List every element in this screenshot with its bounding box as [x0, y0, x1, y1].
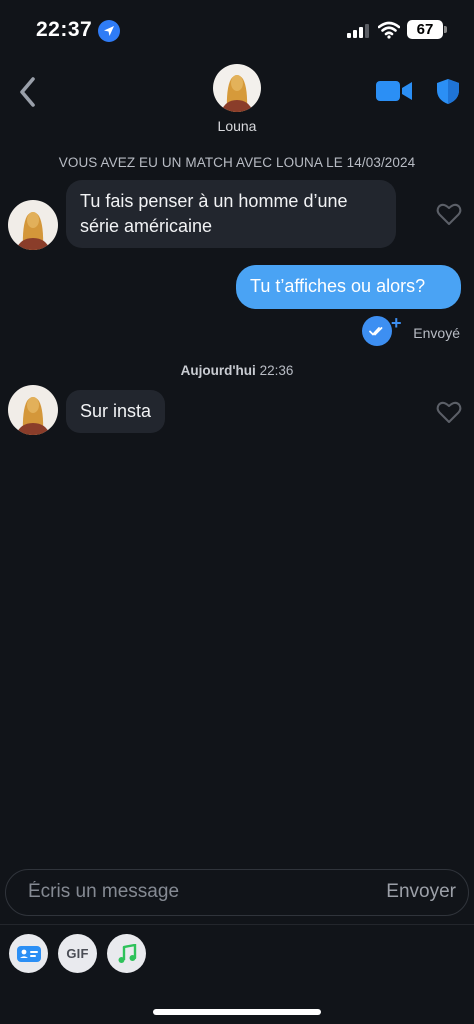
wifi-icon [378, 21, 400, 39]
status-bar: 22:37 67 [0, 0, 474, 62]
battery-icon: 67 [407, 20, 443, 39]
double-check-icon [362, 316, 392, 346]
message-text: Sur insta [80, 401, 152, 421]
battery-tip [444, 26, 447, 33]
day-separator-day: Aujourd'hui [180, 363, 256, 378]
contact-card-icon [16, 945, 41, 962]
message-bubble-incoming[interactable]: Sur insta [66, 390, 166, 433]
toolbar-divider [0, 924, 474, 925]
cellular-signal-icon [347, 24, 369, 38]
message-status: Envoyé [413, 325, 460, 341]
message-input[interactable] [28, 870, 348, 914]
contact-card-button[interactable] [9, 934, 48, 973]
plus-icon: + [391, 313, 402, 333]
sender-avatar[interactable] [8, 200, 58, 250]
day-separator-time: 22:36 [259, 363, 294, 378]
status-time: 22:37 [36, 18, 93, 41]
video-camera-icon[interactable] [376, 80, 412, 102]
message-composer: Envoyer [5, 869, 469, 916]
contact-avatar[interactable] [213, 64, 261, 112]
music-button[interactable] [107, 934, 146, 973]
message-bubble-incoming[interactable]: Tu fais penser à un homme d’une série am… [66, 180, 396, 248]
contact-name[interactable]: Louna [0, 118, 474, 134]
chevron-left-icon[interactable] [14, 74, 42, 110]
sender-avatar[interactable] [8, 385, 58, 435]
heart-icon[interactable] [436, 202, 462, 226]
message-text: Tu fais penser à un homme d’une série am… [80, 191, 348, 236]
battery-level: 67 [416, 21, 434, 38]
match-banner: VOUS AVEZ EU UN MATCH AVEC LOUNA LE 14/0… [58, 155, 416, 170]
gif-button[interactable]: GIF [58, 934, 97, 973]
heart-icon[interactable] [436, 400, 462, 424]
message-text: Tu t’affiches ou alors? [250, 276, 426, 296]
home-indicator[interactable] [153, 1009, 321, 1015]
location-arrow-icon [98, 20, 120, 42]
chat-screen: 22:37 67 Louna VOUS AVEZ EU UN MATCH AVE… [0, 0, 474, 1024]
shield-icon[interactable] [436, 78, 460, 105]
message-bubble-outgoing[interactable]: Tu t’affiches ou alors? [236, 265, 461, 309]
day-separator: Aujourd'hui 22:36 [0, 363, 474, 378]
music-note-icon [118, 943, 136, 963]
gif-icon: GIF [66, 946, 89, 961]
send-button[interactable]: Envoyer [386, 881, 456, 903]
